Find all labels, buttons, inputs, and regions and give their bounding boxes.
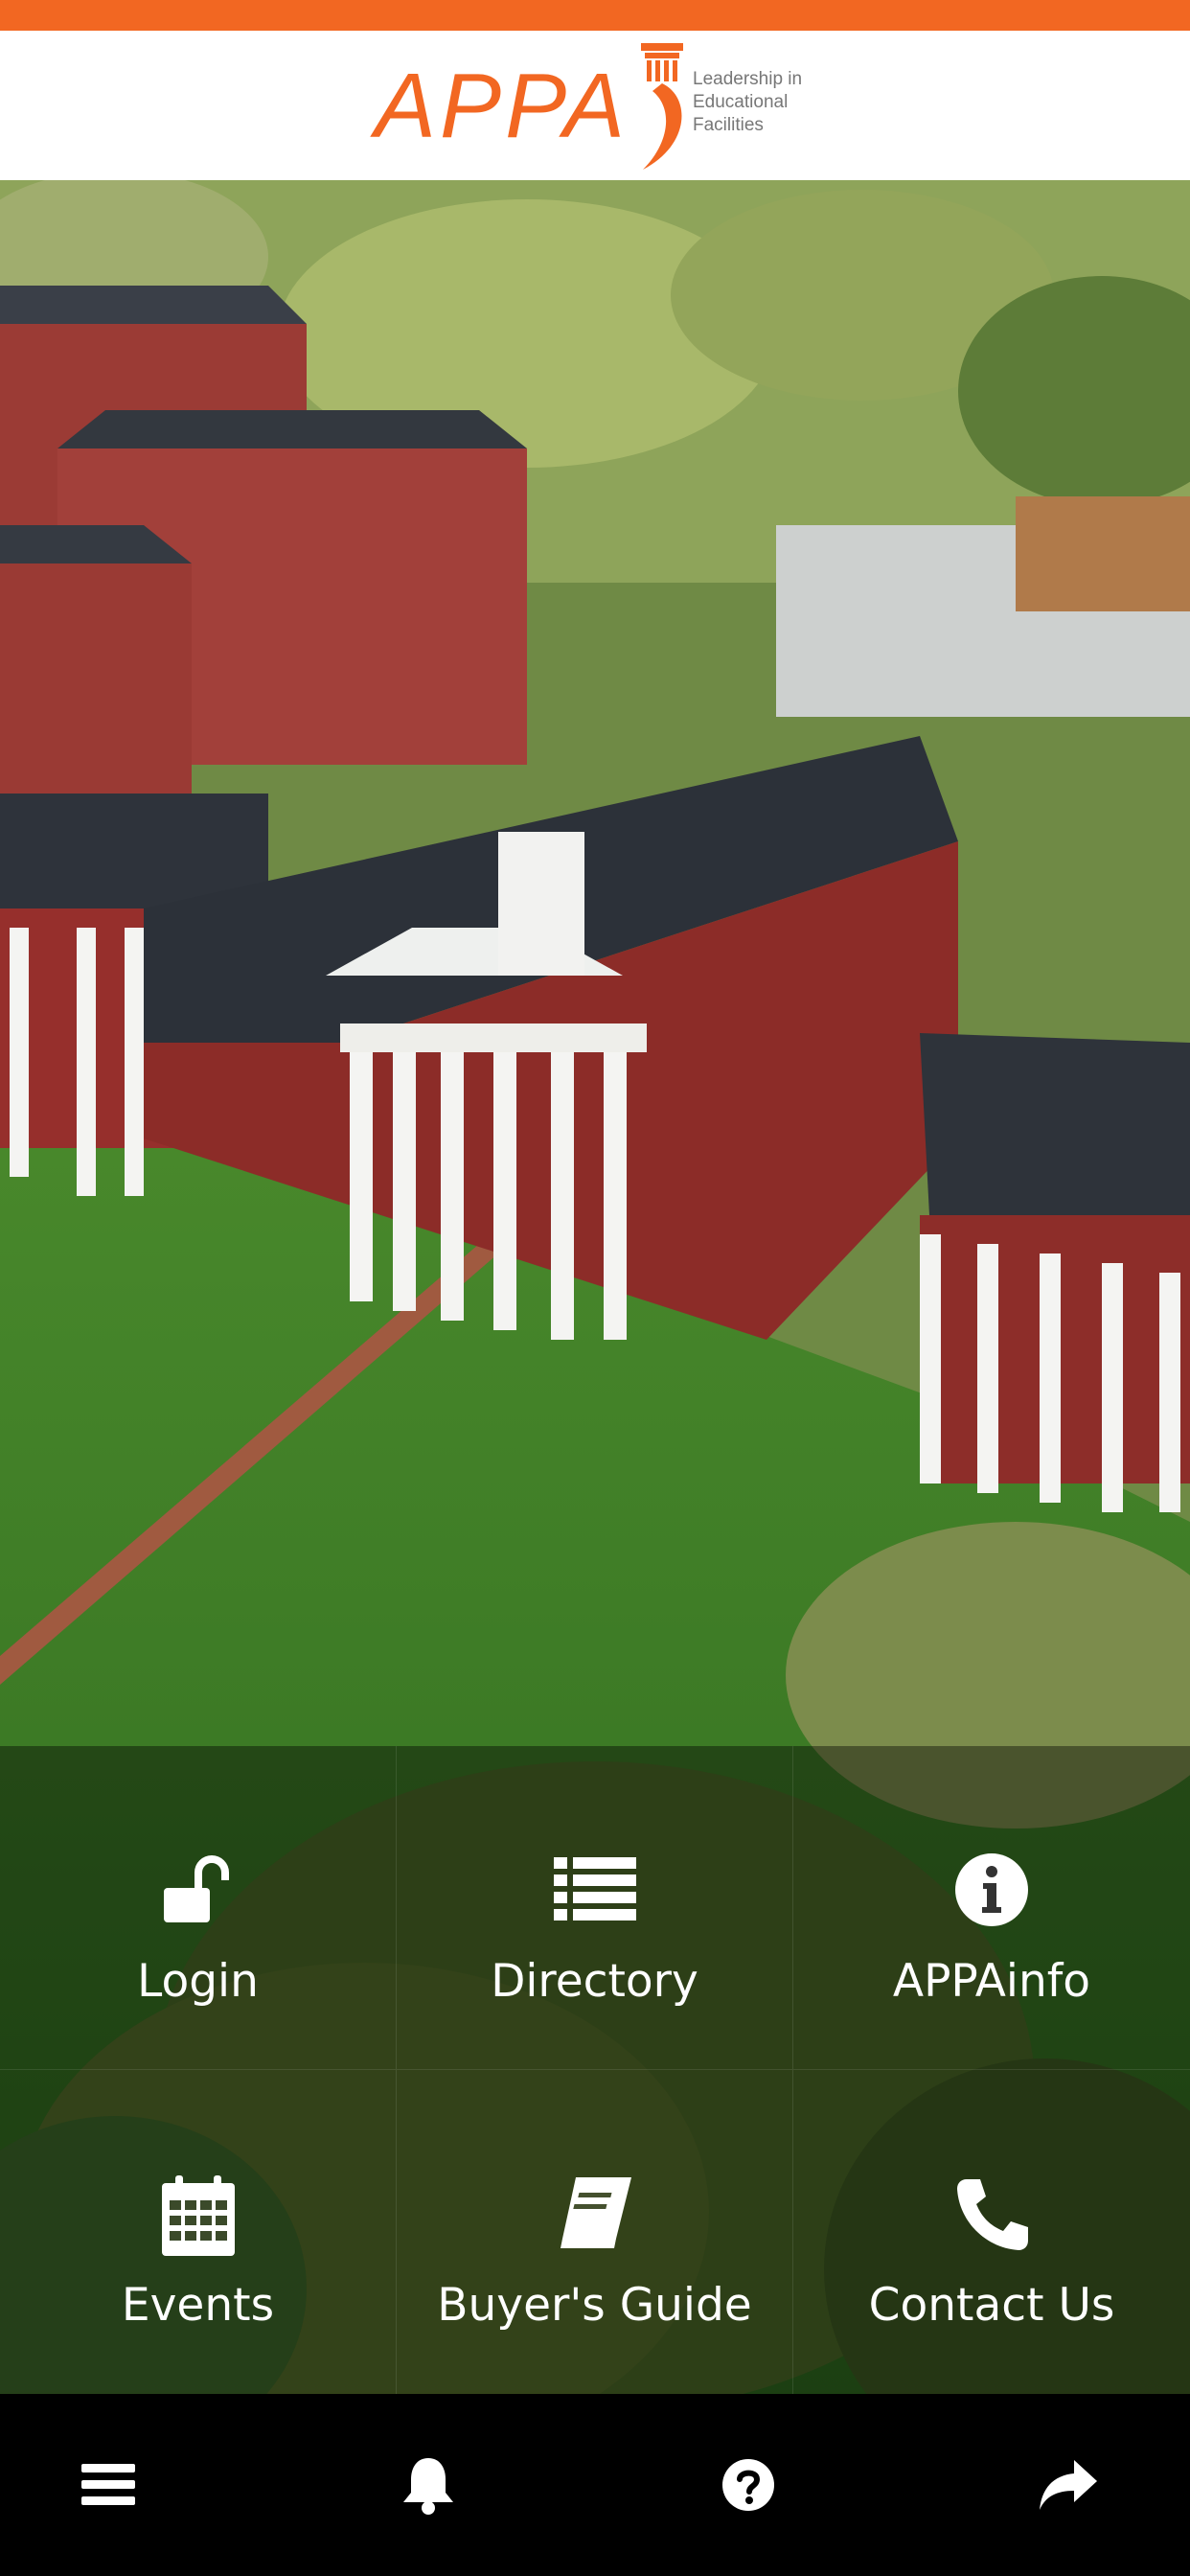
info-icon bbox=[955, 1853, 1028, 1926]
events-tile[interactable]: Events bbox=[0, 2070, 397, 2394]
appa-logo: APPA Leadership in Educational Facilitie… bbox=[375, 34, 815, 177]
calendar-icon bbox=[161, 2175, 235, 2256]
share-tab[interactable] bbox=[1020, 2442, 1116, 2528]
phone-icon bbox=[957, 2179, 1028, 2250]
unlock-icon bbox=[163, 1855, 229, 1922]
contact-us-tile[interactable]: Contact Us bbox=[793, 2070, 1190, 2394]
bottom-tab-bar bbox=[0, 2394, 1190, 2576]
app-header: APPA Leadership in Educational Facilitie… bbox=[0, 31, 1190, 180]
events-label: Events bbox=[121, 2279, 275, 2332]
login-tile[interactable]: Login bbox=[0, 1746, 397, 2070]
help-icon bbox=[722, 2459, 774, 2511]
logo-wordmark: APPA bbox=[375, 55, 629, 157]
notifications-tab[interactable] bbox=[380, 2442, 476, 2528]
bell-icon bbox=[403, 2458, 453, 2515]
appainfo-label: APPAinfo bbox=[892, 1955, 1091, 2008]
status-bar bbox=[0, 0, 1190, 31]
menu-tab[interactable] bbox=[60, 2442, 156, 2528]
logo-tagline: Leadership in Educational Facilities bbox=[693, 69, 803, 135]
help-tab[interactable] bbox=[700, 2442, 796, 2528]
logo-column-mark bbox=[641, 43, 683, 170]
buyers-guide-label: Buyer's Guide bbox=[437, 2279, 752, 2332]
directory-label: Directory bbox=[491, 1955, 698, 2008]
menu-icon bbox=[81, 2464, 135, 2505]
share-icon bbox=[1040, 2460, 1097, 2510]
list-icon bbox=[553, 1857, 636, 1920]
buyers-guide-tile[interactable]: Buyer's Guide bbox=[397, 2070, 793, 2394]
contact-us-label: Contact Us bbox=[868, 2279, 1115, 2332]
directory-tile[interactable]: Directory bbox=[397, 1746, 793, 2070]
menu-grid: Login Directory APPAinfo Events Buyer's … bbox=[0, 1746, 1190, 2394]
book-icon bbox=[560, 2177, 631, 2248]
appainfo-tile[interactable]: APPAinfo bbox=[793, 1746, 1190, 2070]
login-label: Login bbox=[137, 1955, 259, 2008]
